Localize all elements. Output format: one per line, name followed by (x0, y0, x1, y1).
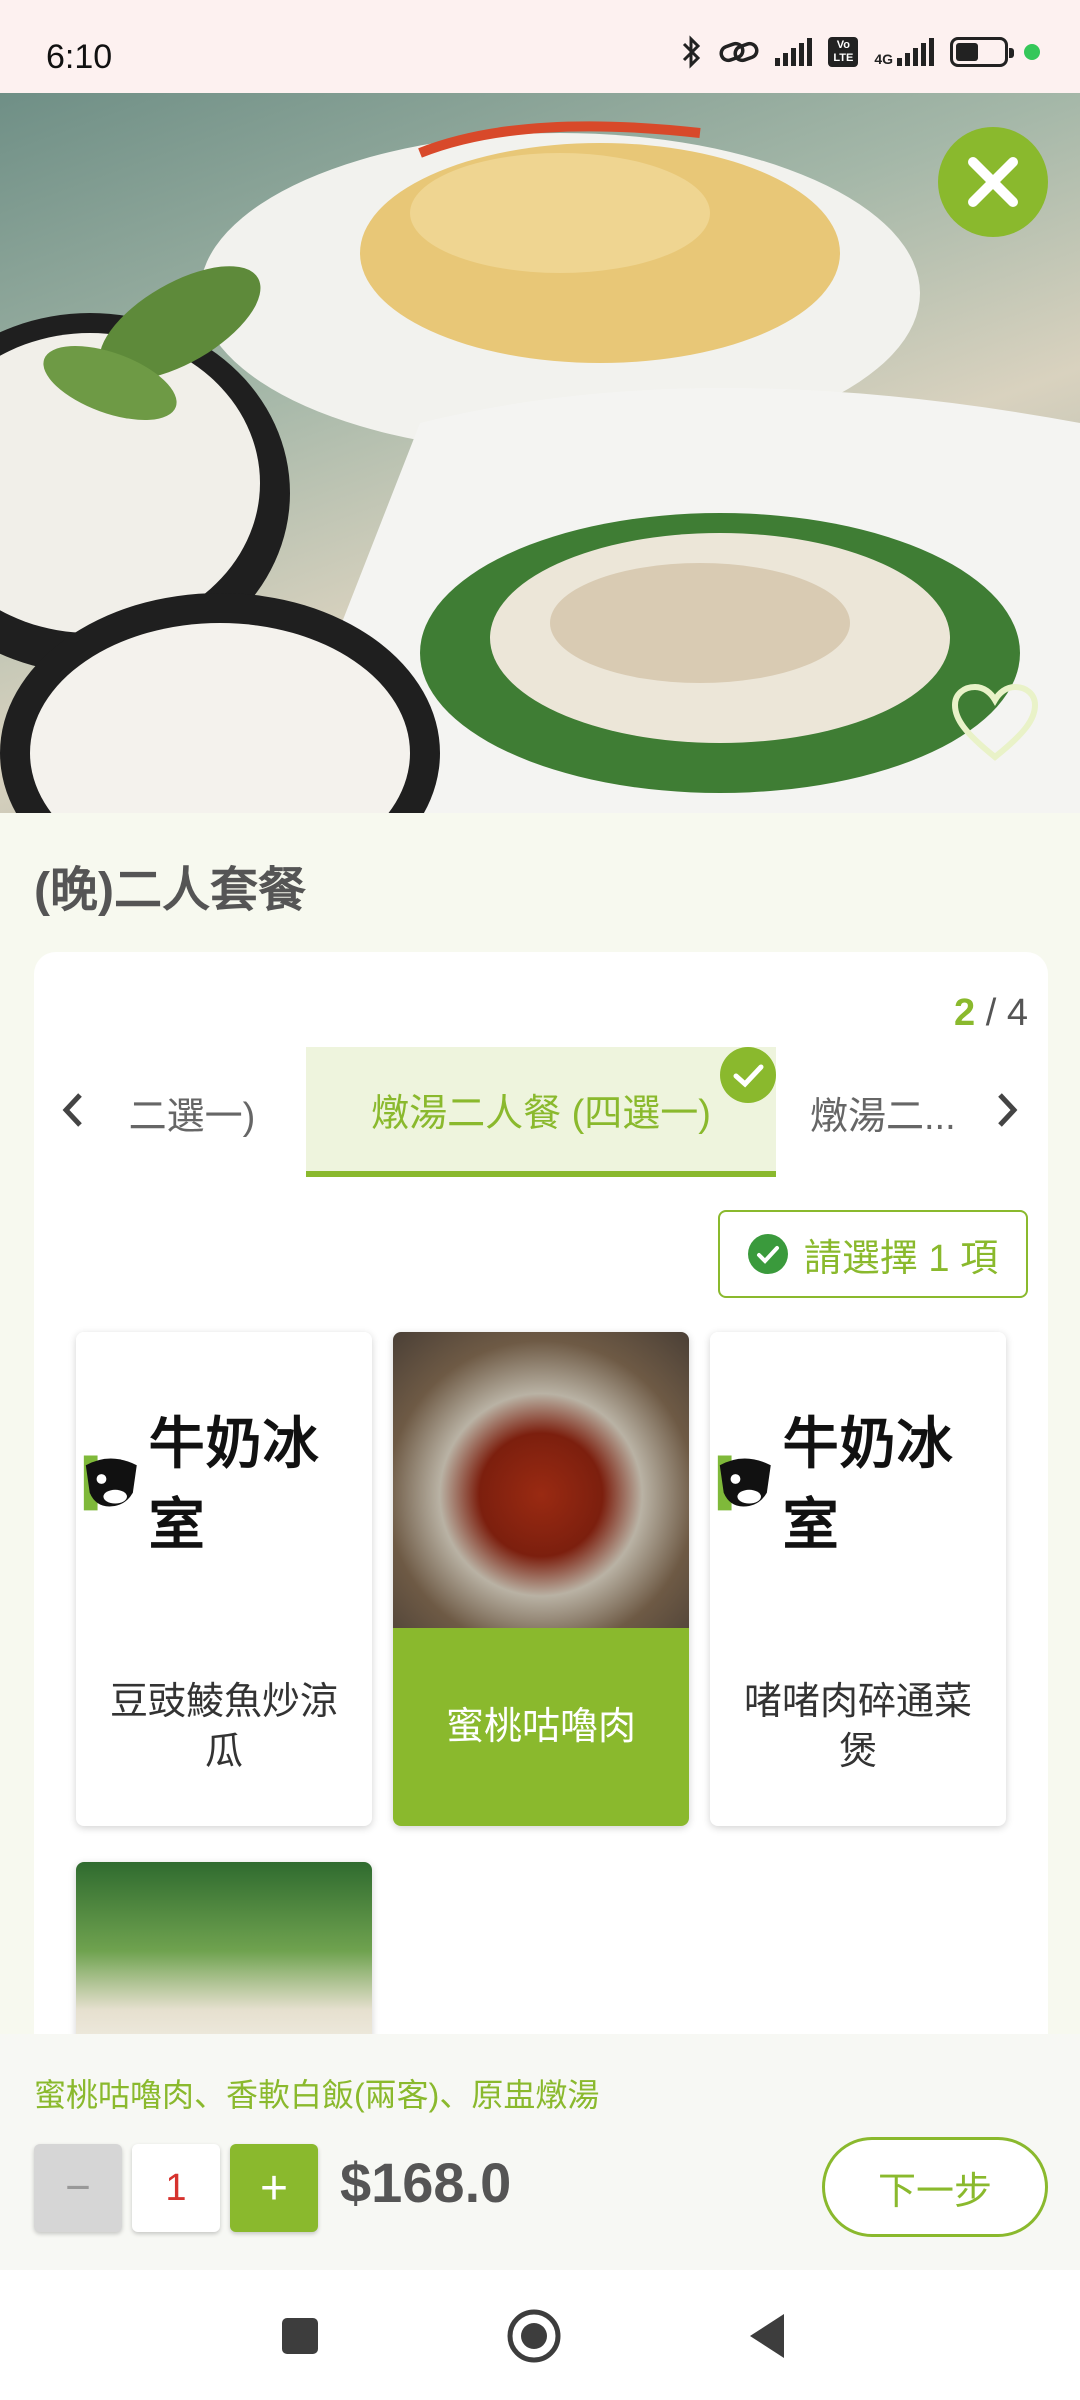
page-total: 4 (1006, 992, 1028, 1034)
close-button[interactable] (938, 127, 1048, 237)
brand-logo: 牛奶冰室 (710, 1332, 1006, 1628)
option-label: 啫啫肉碎通菜煲 (743, 1681, 972, 1773)
tab-label: 燉湯二... (810, 1095, 956, 1138)
option-label: 蜜桃咕嚕肉 (393, 1628, 689, 1826)
category-tabs: 二選一) 燉湯二人餐 (四選一) 燉湯二... (34, 1047, 1048, 1177)
system-nav-bar (0, 2270, 1080, 2400)
cow-icon (717, 1455, 771, 1511)
tabs-prev-button[interactable] (54, 1087, 90, 1133)
total-price: $168.0 (340, 2151, 512, 2214)
tab-label: 二選一) (128, 1095, 256, 1138)
volte-icon: Vo LTE (828, 37, 859, 67)
chevron-right-icon (998, 1093, 1018, 1127)
sweet-sour-pork-photo (393, 1332, 689, 1628)
signal-icon (775, 38, 813, 66)
link-icon (719, 41, 759, 63)
tab-previous[interactable]: 二選一) (92, 1047, 292, 1177)
brand-logo-text: 牛奶冰室 (148, 1412, 320, 1556)
tab-label: 燉湯二人餐 (四選一) (371, 1092, 711, 1135)
tabs-next-button[interactable] (990, 1087, 1026, 1133)
order-summary: 蜜桃咕嚕肉、香軟白飯(兩客)、原盅燉湯 (34, 2077, 600, 2113)
chevron-left-icon (62, 1093, 82, 1127)
close-icon (968, 157, 1018, 207)
back-button[interactable] (740, 2308, 796, 2364)
tab-stewed-soup[interactable]: 燉湯二人餐 (四選一) (306, 1047, 776, 1177)
battery-icon (950, 37, 1014, 67)
option-item-selected[interactable]: 蜜桃咕嚕肉 (393, 1332, 689, 1826)
home-circle-icon (507, 2309, 561, 2363)
page-current: 2 (954, 992, 976, 1034)
quantity-increase-button[interactable]: + (230, 2144, 318, 2232)
quantity-decrease-button[interactable]: − (34, 2144, 122, 2232)
option-label: 豆豉鯪魚炒涼瓜 (109, 1681, 338, 1773)
status-bar: 6:10 Vo LTE 4G (0, 0, 1080, 93)
square-icon (282, 2318, 318, 2354)
network-label: 4G (874, 51, 893, 67)
page-separator: / (975, 992, 1007, 1034)
quantity-value: 1 (132, 2144, 220, 2232)
heart-outline-icon (951, 683, 1039, 761)
recents-button[interactable] (272, 2308, 328, 2364)
next-step-button[interactable]: 下一步 (822, 2137, 1048, 2237)
food-photo (0, 121, 1080, 813)
option-item[interactable]: 牛奶冰室 啫啫肉碎通菜煲 (710, 1332, 1006, 1826)
privacy-indicator-dot (1024, 44, 1040, 60)
brand-logo-text: 牛奶冰室 (782, 1412, 954, 1556)
favorite-button[interactable] (950, 683, 1040, 763)
selection-hint: 請選擇 1 項 (718, 1210, 1028, 1298)
brand-logo: 牛奶冰室 (76, 1332, 372, 1628)
status-icons: Vo LTE 4G (681, 32, 1040, 72)
page-indicator: 2 / 4 (954, 992, 1028, 1035)
back-triangle-icon (750, 2314, 784, 2358)
bluetooth-icon (683, 35, 701, 69)
check-circle-icon (747, 1234, 788, 1274)
selection-hint-text: 請選擇 1 項 (803, 1237, 999, 1280)
status-time: 6:10 (46, 38, 113, 76)
tab-next[interactable]: 燉湯二... (810, 1047, 990, 1177)
check-icon (733, 1064, 764, 1088)
home-button[interactable] (506, 2308, 562, 2364)
option-item[interactable]: 牛奶冰室 豆豉鯪魚炒涼瓜 (76, 1332, 372, 1826)
option-card: 2 / 4 二選一) 燉湯二人餐 (四選一) 燉湯二... 請選擇 1 項 牛奶… (34, 952, 1048, 2356)
cow-icon (83, 1455, 137, 1511)
signal-4g-icon: 4G (874, 38, 934, 66)
hero-image (0, 93, 1080, 813)
order-bottom-bar: 蜜桃咕嚕肉、香軟白飯(兩客)、原盅燉湯 − 1 + $168.0 下一步 (0, 2034, 1080, 2270)
tab-completed-badge (720, 1047, 776, 1103)
page-title: (晚)二人套餐 (34, 864, 306, 917)
